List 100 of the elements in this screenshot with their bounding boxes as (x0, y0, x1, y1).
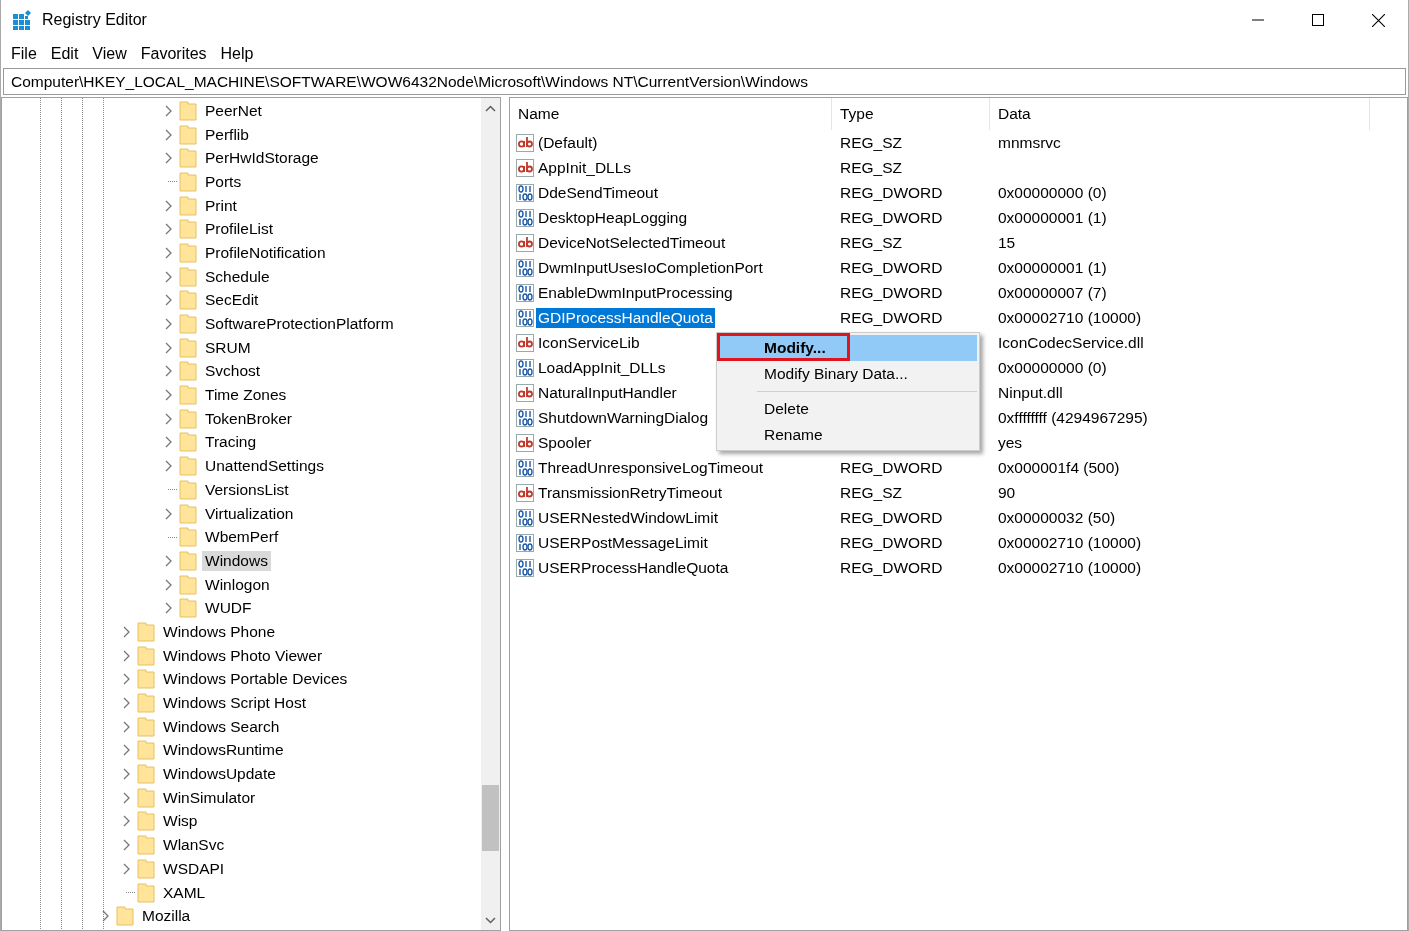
column-header[interactable]: Type (832, 98, 990, 130)
menu-item[interactable]: Edit (43, 44, 86, 63)
tree-item[interactable]: Schedule (202, 266, 273, 287)
value-type: REG_DWORD (840, 558, 943, 576)
value-data: 0x00000000 (0) (998, 183, 1107, 201)
tree-item[interactable]: PerHwIdStorage (202, 148, 322, 169)
tree-item[interactable]: Tracing (202, 432, 260, 453)
tree-item[interactable]: Windows Script Host (160, 693, 309, 714)
value-name[interactable]: IconServiceLib (536, 332, 642, 353)
value-name[interactable]: USERPostMessageLimit (536, 532, 710, 553)
folder-icon (137, 787, 155, 808)
binary-value-icon (516, 183, 534, 202)
value-data: yes (998, 433, 1023, 451)
value-name[interactable]: Spooler (536, 432, 594, 453)
tree-item[interactable]: Mozilla (139, 906, 194, 927)
folder-icon (179, 337, 197, 358)
tree-item[interactable]: UnattendSettings (202, 456, 327, 477)
value-name[interactable]: DdeSendTimeout (536, 182, 661, 203)
folder-icon (137, 858, 155, 879)
value-name[interactable]: USERProcessHandleQuota (536, 557, 731, 578)
value-name[interactable]: LoadAppInit_DLLs (536, 357, 668, 378)
folder-icon (179, 408, 197, 429)
menu-item[interactable]: Delete (719, 396, 977, 422)
folder-icon (137, 716, 155, 737)
tree-item[interactable]: PeerNet (202, 100, 265, 121)
tree-item[interactable]: WUDF (202, 598, 255, 619)
menu-item[interactable]: File (4, 44, 44, 63)
value-name[interactable]: DeviceNotSelectedTimeout (536, 232, 728, 253)
string-value-icon (516, 133, 534, 152)
folder-icon (179, 290, 197, 311)
tree-item[interactable]: WbemPerf (202, 527, 282, 548)
value-type: REG_DWORD (840, 283, 943, 301)
tree-item[interactable]: Windows Portable Devices (160, 669, 351, 690)
tree-item[interactable]: Svchost (202, 361, 264, 382)
address-bar[interactable]: Computer\HKEY_LOCAL_MACHINE\SOFTWARE\WOW6432Node\Microsoft\Windows NT\CurrentVersion\Windows (3, 68, 1406, 95)
value-name[interactable]: ShutdownWarningDialog (536, 407, 711, 428)
tree-item[interactable]: XAML (160, 882, 209, 903)
tree-item[interactable]: Windows Search (160, 716, 283, 737)
tree-item[interactable]: Wisp (160, 811, 201, 832)
value-name[interactable]: EnableDwmInputProcessing (536, 282, 735, 303)
scroll-up-icon[interactable] (485, 104, 496, 112)
menu-item[interactable]: View (85, 44, 134, 63)
value-type: REG_DWORD (840, 208, 943, 226)
menu-item[interactable]: Help (213, 44, 261, 63)
tree-item[interactable]: Ports (202, 171, 245, 192)
value-data: 0x000001f4 (500) (998, 458, 1120, 476)
folder-icon (179, 148, 197, 169)
tree-item[interactable]: SoftwareProtectionPlatform (202, 314, 397, 335)
binary-value-icon (516, 533, 534, 552)
value-name[interactable]: AppInit_DLLs (536, 157, 634, 178)
value-name[interactable]: (Default) (536, 132, 600, 153)
value-name[interactable]: USERNestedWindowLimit (536, 507, 721, 528)
menu-item[interactable]: Rename (719, 422, 977, 448)
folder-icon (179, 574, 197, 595)
tree-item[interactable]: Winlogon (202, 574, 273, 595)
value-name[interactable]: DesktopHeapLogging (536, 207, 690, 228)
value-data: 0x00000001 (1) (998, 208, 1107, 226)
maximize-icon[interactable] (1312, 14, 1324, 26)
tree-item[interactable]: WindowsUpdate (160, 764, 279, 785)
value-name[interactable]: NaturalInputHandler (536, 382, 679, 403)
tree-item[interactable]: ProfileList (202, 219, 277, 240)
tree-item[interactable]: ProfileNotification (202, 242, 329, 263)
tree-item[interactable]: TokenBroker (202, 408, 295, 429)
string-value-icon (516, 233, 534, 252)
value-name[interactable]: DwmInputUsesIoCompletionPort (536, 257, 765, 278)
string-value-icon (516, 483, 534, 502)
column-header[interactable]: Name (510, 98, 832, 130)
tree-item[interactable]: WSDAPI (160, 858, 228, 879)
string-value-icon (516, 333, 534, 352)
tree-item[interactable]: WinSimulator (160, 787, 259, 808)
menu-item[interactable]: Modify... (719, 335, 977, 361)
tree-item[interactable]: WindowsRuntime (160, 740, 287, 761)
tree-item[interactable]: SecEdit (202, 290, 262, 311)
tree-item[interactable]: SRUM (202, 337, 254, 358)
tree-item[interactable]: Print (202, 195, 240, 216)
scrollbar-thumb[interactable] (482, 785, 499, 851)
value-type: REG_DWORD (840, 308, 943, 326)
column-header[interactable]: Data (990, 98, 1370, 130)
menu-item[interactable]: Favorites (133, 44, 214, 63)
value-name[interactable]: ThreadUnresponsiveLogTimeout (536, 457, 766, 478)
registry-icon (13, 10, 33, 30)
tree-item[interactable]: WlanSvc (160, 835, 228, 856)
folder-icon (179, 456, 197, 477)
tree-item[interactable]: Perflib (202, 124, 252, 145)
binary-value-icon (516, 283, 534, 302)
tree-item[interactable]: Windows (202, 550, 271, 571)
value-name[interactable]: TransmissionRetryTimeout (536, 482, 725, 503)
value-type: REG_SZ (840, 483, 902, 501)
close-icon[interactable] (1371, 13, 1385, 27)
scroll-down-icon[interactable] (485, 916, 496, 924)
scrollbar[interactable] (481, 98, 500, 930)
folder-icon (179, 527, 197, 548)
tree-item[interactable]: Time Zones (202, 385, 290, 406)
tree-item[interactable]: Virtualization (202, 503, 297, 524)
tree-item[interactable]: Windows Phone (160, 621, 278, 642)
binary-value-icon (516, 358, 534, 377)
tree-item[interactable]: VersionsList (202, 479, 292, 500)
tree-item[interactable]: Windows Photo Viewer (160, 645, 326, 666)
value-name[interactable]: GDIProcessHandleQuota (536, 307, 715, 328)
menu-item[interactable]: Modify Binary Data... (719, 361, 977, 387)
